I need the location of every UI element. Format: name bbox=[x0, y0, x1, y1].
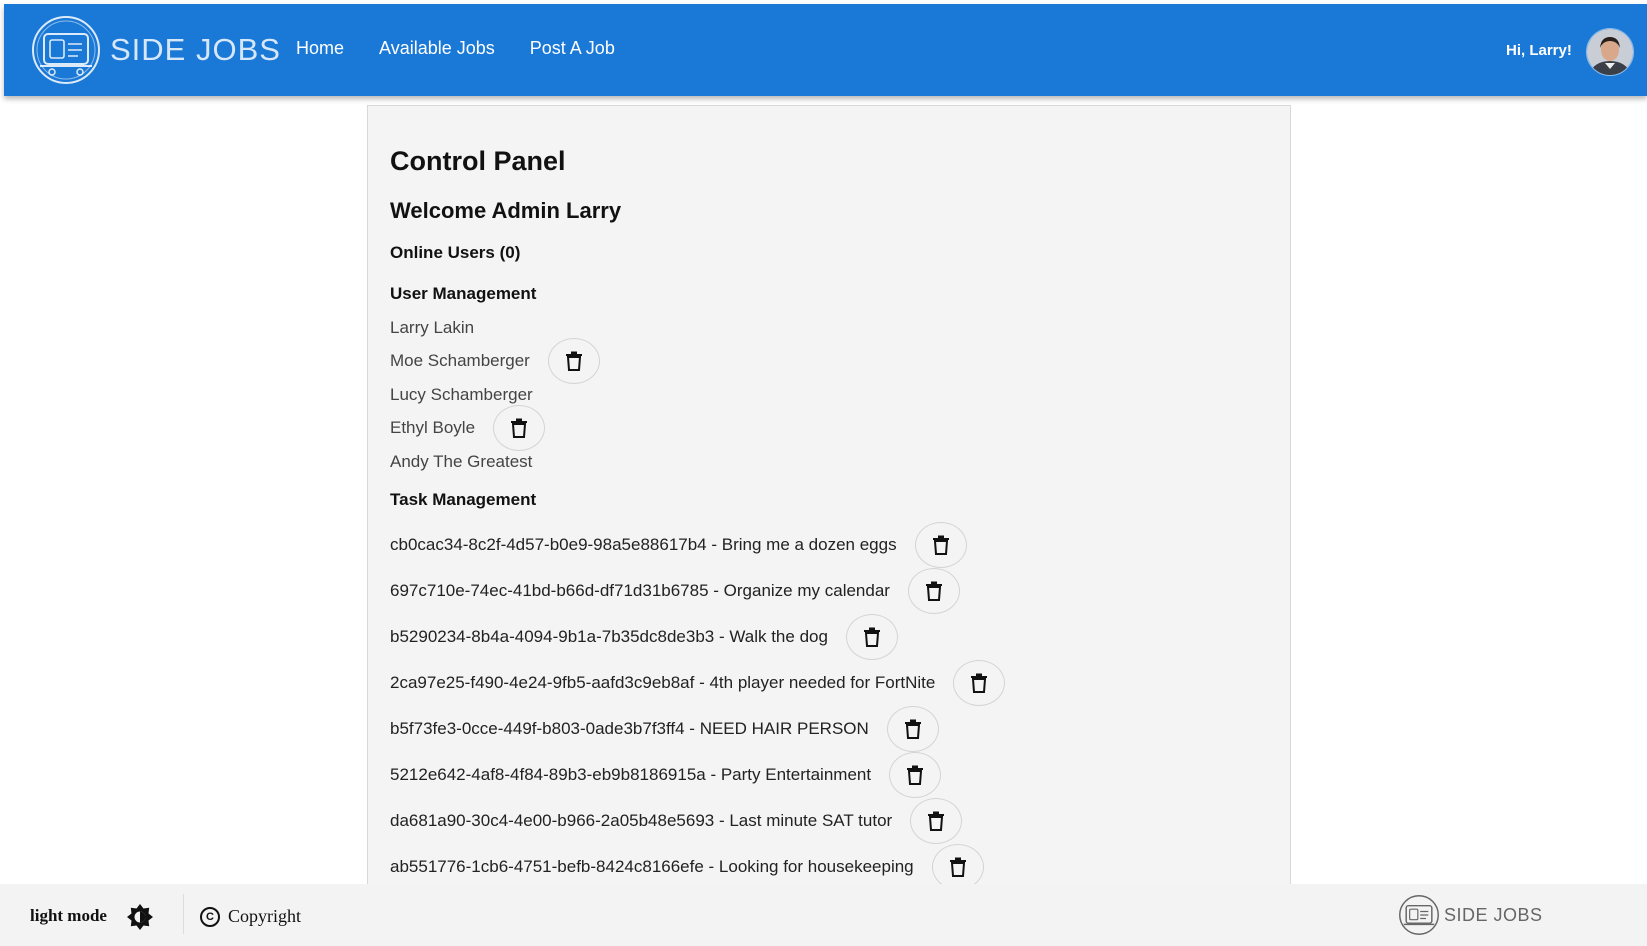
task-row: b5290234-8b4a-4094-9b1a-7b35dc8de3b3 - W… bbox=[390, 614, 898, 660]
delete-task-button[interactable] bbox=[907, 568, 960, 614]
task-label: cb0cac34-8c2f-4d57-b0e9-98a5e88617b4 - B… bbox=[390, 535, 897, 554]
trash-icon bbox=[928, 811, 945, 831]
logo-icon bbox=[32, 16, 100, 84]
theme-mode-label: light mode bbox=[30, 906, 107, 925]
delete-task-button[interactable] bbox=[953, 660, 1006, 706]
main-nav: Home Available Jobs Post A Job bbox=[296, 38, 650, 59]
user-row: Andy The Greatest bbox=[390, 439, 532, 485]
task-label: 697c710e-74ec-41bd-b66d-df71d31b6785 - O… bbox=[390, 581, 890, 600]
trash-icon bbox=[932, 535, 949, 555]
footer-brand-name: SIDE JOBS bbox=[1444, 904, 1543, 925]
copyright-label: Copyright bbox=[228, 906, 302, 926]
footer: light mode C Copyright SIDE JOBS bbox=[0, 884, 1647, 946]
task-management-heading: Task Management bbox=[390, 490, 537, 509]
trash-icon bbox=[949, 857, 966, 877]
delete-task-button[interactable] bbox=[910, 798, 963, 844]
task-label: b5290234-8b4a-4094-9b1a-7b35dc8de3b3 - W… bbox=[390, 627, 828, 646]
footer-divider bbox=[183, 894, 184, 934]
trash-icon bbox=[863, 627, 880, 647]
delete-task-button[interactable] bbox=[886, 706, 939, 752]
task-label: b5f73fe3-0cce-449f-b803-0ade3b7f3ff4 - N… bbox=[390, 719, 869, 738]
task-row: 697c710e-74ec-41bd-b66d-df71d31b6785 - O… bbox=[390, 568, 960, 614]
task-row: 5212e642-4af8-4f84-89b3-eb9b8186915a - P… bbox=[390, 752, 942, 798]
copyright-notice: C Copyright bbox=[200, 906, 301, 927]
user-name: Moe Schamberger bbox=[390, 351, 530, 370]
task-label: 5212e642-4af8-4f84-89b3-eb9b8186915a - P… bbox=[390, 765, 872, 784]
delete-task-button[interactable] bbox=[889, 752, 942, 798]
user-management-heading: User Management bbox=[390, 284, 537, 303]
avatar[interactable] bbox=[1586, 28, 1634, 76]
welcome-heading: Welcome Admin Larry bbox=[390, 198, 622, 223]
trash-icon bbox=[971, 673, 988, 693]
task-row: 2ca97e25-f490-4e24-9fb5-aafd3c9eb8af - 4… bbox=[390, 660, 1006, 706]
footer-brand-logo[interactable]: SIDE JOBS bbox=[1398, 894, 1543, 936]
task-row: cb0cac34-8c2f-4d57-b0e9-98a5e88617b4 - B… bbox=[390, 522, 967, 568]
brand-logo[interactable]: SIDE JOBS bbox=[30, 14, 281, 86]
task-label: 2ca97e25-f490-4e24-9fb5-aafd3c9eb8af - 4… bbox=[390, 673, 936, 692]
control-panel: Control Panel Welcome Admin Larry Online… bbox=[367, 105, 1291, 946]
nav-link-available-jobs[interactable]: Available Jobs bbox=[379, 38, 495, 59]
trash-icon bbox=[925, 581, 942, 601]
delete-task-button[interactable] bbox=[914, 522, 967, 568]
copyright-icon: C bbox=[200, 906, 220, 927]
task-label: da681a90-30c4-4e00-b966-2a05b48e5693 - L… bbox=[390, 811, 893, 830]
brand-name: SIDE JOBS bbox=[110, 32, 281, 67]
user-name: Ethyl Boyle bbox=[390, 418, 476, 437]
trash-icon bbox=[904, 719, 921, 739]
page-title: Control Panel bbox=[390, 146, 566, 176]
user-name: Larry Lakin bbox=[390, 318, 475, 337]
user-name: Lucy Schamberger bbox=[390, 385, 533, 404]
task-row: b5f73fe3-0cce-449f-b803-0ade3b7f3ff4 - N… bbox=[390, 706, 939, 752]
logo-icon bbox=[1399, 895, 1439, 935]
trash-icon bbox=[565, 351, 582, 371]
online-users-heading: Online Users (0) bbox=[390, 243, 521, 262]
task-label: ab551776-1cb6-4751-befb-8424c8166efe - L… bbox=[390, 857, 914, 876]
delete-user-button[interactable] bbox=[547, 338, 600, 384]
user-greeting: Hi, Larry! bbox=[1506, 42, 1572, 59]
user-avatar-icon bbox=[1587, 29, 1633, 75]
user-name: Andy The Greatest bbox=[390, 452, 533, 471]
trash-icon bbox=[907, 765, 924, 785]
delete-task-button[interactable] bbox=[845, 614, 898, 660]
brightness-icon[interactable] bbox=[127, 904, 153, 930]
nav-link-post-a-job[interactable]: Post A Job bbox=[530, 38, 615, 59]
top-navbar: SIDE JOBS Home Available Jobs Post A Job… bbox=[4, 4, 1647, 96]
trash-icon bbox=[511, 418, 528, 438]
task-row: da681a90-30c4-4e00-b966-2a05b48e5693 - L… bbox=[390, 798, 963, 844]
nav-link-home[interactable]: Home bbox=[296, 38, 344, 59]
